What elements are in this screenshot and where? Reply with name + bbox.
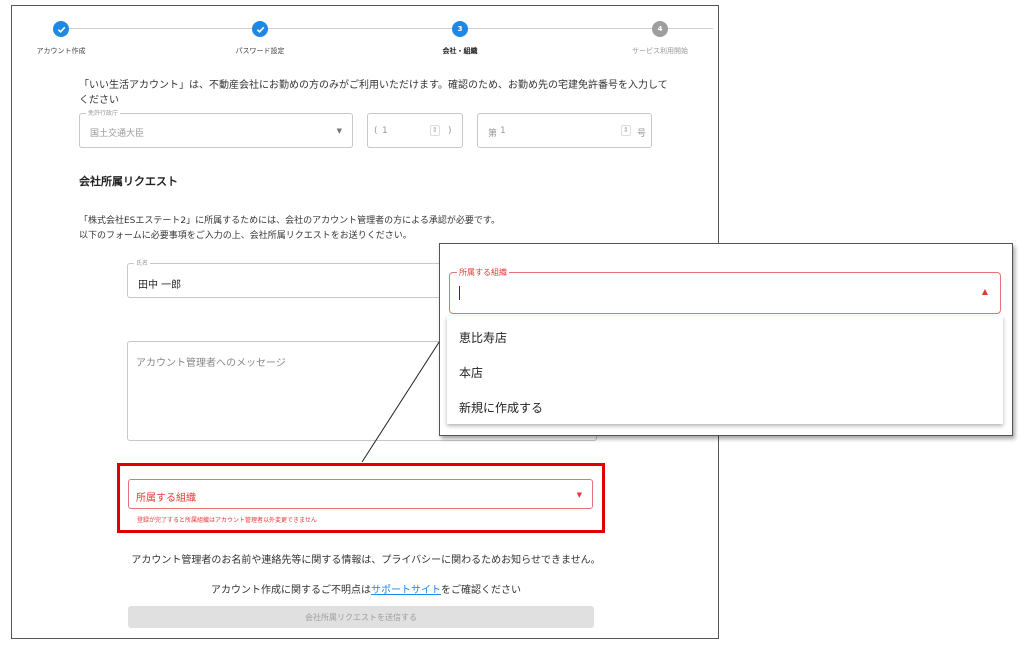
- privacy-note: アカウント管理者のお名前や連絡先等に関する情報は、プライバシーに関わるためお知ら…: [131, 555, 601, 566]
- organization-select[interactable]: 所属する組織 ▼: [128, 479, 593, 509]
- license-number-prefix: 第: [488, 129, 498, 139]
- organization-help-text: 登録が完了すると所属組織はアカウント管理者以外変更できません: [137, 517, 317, 524]
- step-4-label: サービス利用開始: [632, 47, 688, 55]
- zoom-organization-legend: 所属する組織: [457, 267, 509, 278]
- chevron-down-icon: ▼: [336, 127, 342, 135]
- submit-request-button[interactable]: 会社所属リクエストを送信する: [128, 606, 594, 628]
- zoom-organization-select[interactable]: 所属する組織 ▲: [449, 267, 1001, 314]
- option-create-new[interactable]: 新規に作成する: [459, 399, 543, 416]
- zoomed-dropdown-panel: 所属する組織 ▲ 恵比寿店 本店 新規に作成する: [439, 243, 1013, 436]
- support-suffix: をご確認ください: [441, 585, 521, 596]
- license-number-value: 1: [500, 126, 506, 136]
- stepper-track: [69, 28, 713, 29]
- step-3-circle: 3: [452, 21, 468, 37]
- name-value: 田中 一郎: [138, 280, 182, 291]
- license-number-field[interactable]: 第 1 ⇕ 号: [477, 113, 652, 148]
- name-legend: 氏名: [134, 258, 151, 267]
- organization-option-list: 恵比寿店 本店 新規に作成する: [447, 316, 1003, 424]
- license-issuer-select[interactable]: 免許行政庁 国土交通大臣 ▼: [79, 108, 353, 148]
- message-placeholder: アカウント管理者へのメッセージ: [136, 358, 286, 369]
- approval-notice: 「株式会社ESエステート2」に所属するためには、会社のアカウント管理者の方による…: [79, 214, 500, 244]
- renewal-stepper-icon[interactable]: ⇕: [430, 125, 440, 136]
- chevron-up-icon: ▲: [981, 287, 988, 296]
- notice-line-2: 以下のフォームに必要事項をご入力の上、会社所属リクエストをお送りください。: [79, 231, 412, 241]
- step-4-circle: 4: [652, 21, 668, 37]
- license-issuer-value: 国土交通大臣: [90, 129, 145, 139]
- chevron-down-icon: ▼: [576, 491, 582, 499]
- support-prefix: アカウント作成に関するご不明点は: [211, 585, 371, 596]
- renewal-open-paren: (: [374, 126, 378, 136]
- step-3-label: 会社・組織: [442, 47, 478, 55]
- option-honten[interactable]: 本店: [459, 364, 483, 381]
- step-1-label: アカウント作成: [36, 47, 86, 55]
- step-1-check-icon: [53, 21, 69, 37]
- option-ebisu[interactable]: 恵比寿店: [459, 329, 507, 346]
- license-issuer-legend: 免許行政庁: [86, 108, 121, 117]
- text-cursor: [459, 286, 460, 300]
- step-2-label: パスワード設定: [235, 47, 285, 55]
- support-line: アカウント作成に関するご不明点はサポートサイトをご確認ください: [12, 581, 718, 596]
- license-renewal-field[interactable]: ( 1 ⇕ ): [367, 113, 463, 148]
- section-title: 会社所属リクエスト: [79, 175, 178, 188]
- intro-text: 「いい生活アカウント」は、不動産会社にお勤めの方のみがご利用いただけます。確認の…: [79, 80, 668, 106]
- organization-label: 所属する組織: [136, 493, 196, 504]
- renewal-close-paren: ): [448, 126, 452, 136]
- step-2-check-icon: [252, 21, 268, 37]
- renewal-value: 1: [382, 126, 388, 136]
- number-stepper-icon[interactable]: ⇕: [621, 125, 631, 136]
- support-site-link[interactable]: サポートサイト: [371, 585, 441, 596]
- license-number-suffix: 号: [637, 129, 647, 139]
- notice-line-1: 「株式会社ESエステート2」に所属するためには、会社のアカウント管理者の方による…: [79, 216, 500, 226]
